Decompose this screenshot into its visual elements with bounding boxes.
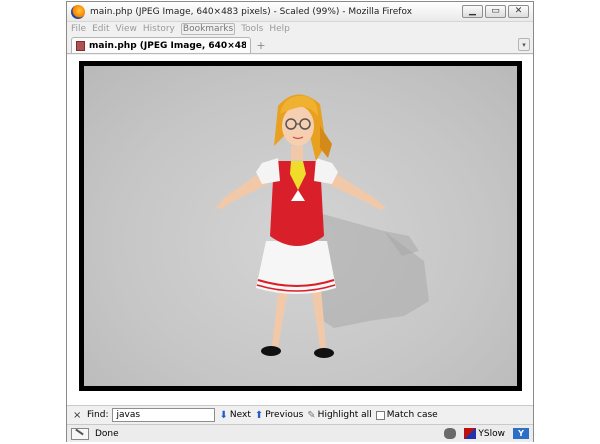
yahoo-toolbar-icon[interactable]: Y (513, 428, 529, 439)
menu-help[interactable]: Help (269, 24, 290, 34)
status-addons: YSlow Y (444, 428, 529, 439)
displayed-image[interactable] (79, 61, 522, 391)
close-find-bar-icon[interactable]: × (73, 410, 83, 421)
close-icon[interactable]: ✕ (508, 5, 529, 18)
status-bar: Done YSlow Y (67, 424, 533, 442)
tab-bar: main.php (JPEG Image, 640×483 pixe... + … (67, 36, 533, 54)
highlight-all-label: Highlight all (317, 410, 372, 420)
arrow-down-icon: ⬇ (219, 409, 228, 421)
find-next-label: Next (229, 410, 251, 420)
character-render (216, 94, 429, 358)
match-case-toggle[interactable]: Match case (375, 410, 438, 420)
find-next-button[interactable]: ⬇ Next (219, 410, 250, 421)
browser-window: main.php (JPEG Image, 640×483 pixels) - … (66, 1, 534, 442)
find-bar: × Find: ⬇ Next ⬆ Previous ✎ Highlight al… (67, 405, 533, 424)
find-previous-button[interactable]: ⬆ Previous (255, 410, 303, 421)
highlight-all-button[interactable]: ✎ Highlight all (307, 410, 371, 421)
menu-view[interactable]: View (116, 24, 137, 34)
find-previous-label: Previous (265, 410, 304, 420)
maximize-icon[interactable]: ▭ (485, 5, 506, 18)
menu-bookmarks[interactable]: Bookmarks (180, 23, 236, 35)
title-bar: main.php (JPEG Image, 640×483 pixels) - … (67, 2, 533, 22)
arrow-up-icon: ⬆ (254, 409, 264, 421)
tab-main-php[interactable]: main.php (JPEG Image, 640×483 pixe... (71, 37, 251, 53)
tab-label: main.php (JPEG Image, 640×483 pixe... (89, 40, 246, 51)
menu-edit[interactable]: Edit (92, 24, 109, 34)
window-title: main.php (JPEG Image, 640×483 pixels) - … (90, 6, 413, 17)
chevron-down-icon[interactable]: ▾ (518, 38, 530, 51)
firefox-icon (71, 4, 85, 19)
content-area (67, 55, 533, 405)
menu-file[interactable]: File (71, 24, 86, 34)
minimize-icon[interactable]: ▁ (462, 5, 483, 18)
menu-tools[interactable]: Tools (241, 24, 263, 34)
status-document-icon (71, 427, 89, 440)
yslow-icon (464, 428, 477, 439)
match-case-checkbox[interactable] (375, 410, 385, 420)
menu-bar: File Edit View History Bookmarks Tools H… (67, 22, 533, 36)
new-tab-button[interactable]: + (254, 40, 268, 53)
yslow-label: YSlow (478, 428, 505, 439)
match-case-label: Match case (386, 410, 438, 420)
image-file-icon (76, 40, 85, 51)
firebug-icon[interactable] (444, 428, 457, 439)
find-input[interactable] (112, 408, 216, 422)
highlighter-icon: ✎ (307, 409, 316, 421)
yslow-button[interactable]: YSlow (464, 428, 505, 439)
menu-history[interactable]: History (143, 24, 175, 34)
status-text: Done (95, 428, 119, 439)
window-controls: ▁ ▭ ✕ (462, 5, 529, 18)
find-label: Find: (87, 410, 109, 420)
